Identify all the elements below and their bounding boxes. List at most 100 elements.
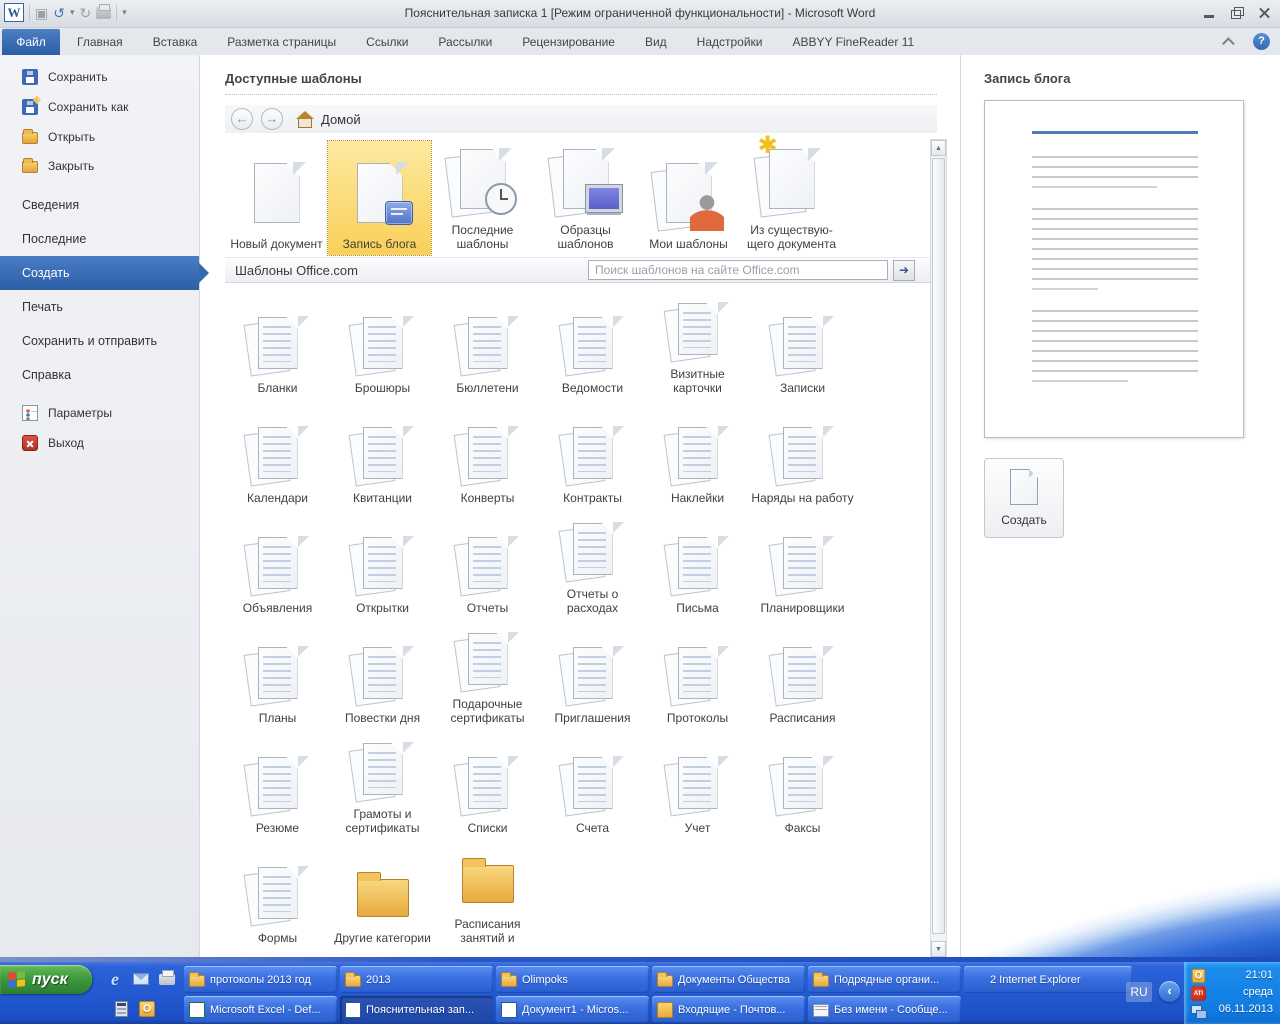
template-item[interactable]: Календари <box>225 397 330 507</box>
ribbon-tab[interactable]: Разметка страницы <box>212 29 351 55</box>
taskbar-button[interactable]: Microsoft Excel - Def... <box>184 996 337 1023</box>
start-button[interactable]: пуск <box>0 965 92 994</box>
tray-clock[interactable]: 21:01 среда 06.11.2013 <box>1219 967 1273 1018</box>
search-go-icon[interactable]: ➜ <box>893 260 915 281</box>
taskbar-button[interactable]: протоколы 2013 год <box>184 966 337 993</box>
template-item[interactable]: Наряды на работу <box>750 397 855 507</box>
taskbar-button[interactable]: Входящие - Почтов... <box>652 996 805 1023</box>
template-item[interactable]: Грамоты и сертификаты <box>330 727 435 837</box>
minimize-ribbon-icon[interactable] <box>1222 37 1235 50</box>
ribbon-tab[interactable]: Ссылки <box>351 29 423 55</box>
sidebar-nav-item[interactable]: Печать <box>0 290 199 324</box>
ribbon-tab[interactable]: Главная <box>62 29 138 55</box>
taskbar-button[interactable]: Без имени - Сообще... <box>808 996 961 1023</box>
template-item[interactable]: Планировщики <box>750 507 855 617</box>
home-icon[interactable] <box>297 112 313 126</box>
template-item[interactable]: Подарочные сертификаты <box>435 617 540 727</box>
sidebar-nav-item[interactable]: Сохранить и отправить <box>0 324 199 358</box>
outlook-icon[interactable]: O <box>138 1000 156 1018</box>
sidebar-command[interactable]: Выход <box>0 428 199 458</box>
template-tile[interactable]: Мои шаблоны <box>637 141 740 255</box>
template-item[interactable]: Объявления <box>225 507 330 617</box>
tab-file[interactable]: Файл <box>2 29 60 55</box>
template-item[interactable]: Визитные карточки <box>645 287 750 397</box>
template-item[interactable]: Наклейки <box>645 397 750 507</box>
printer-icon[interactable] <box>158 970 176 988</box>
sidebar-nav-item[interactable]: Последние <box>0 222 199 256</box>
sidebar-command[interactable]: Сохранить <box>0 62 199 92</box>
template-item[interactable]: Факсы <box>750 727 855 837</box>
taskbar-button[interactable]: 2 Internet Explorer <box>964 966 1132 993</box>
template-item[interactable]: Отчеты о расходах <box>540 507 645 617</box>
template-item[interactable]: Бланки <box>225 287 330 397</box>
template-item[interactable]: Планы <box>225 617 330 727</box>
template-item[interactable]: Письма <box>645 507 750 617</box>
template-item[interactable]: Открытки <box>330 507 435 617</box>
template-item[interactable]: Записки <box>750 287 855 397</box>
taskbar-button[interactable]: Документ1 - Micros... <box>496 996 649 1023</box>
outlook-express-icon[interactable] <box>132 970 150 988</box>
taskbar-button[interactable]: Документы Общества <box>652 966 805 993</box>
template-item[interactable]: Формы <box>225 837 330 947</box>
ribbon-tab[interactable]: Надстройки <box>682 29 778 55</box>
search-input[interactable] <box>588 260 888 280</box>
template-tile[interactable]: Последние шаблоны <box>431 141 534 255</box>
sidebar-command[interactable]: Сохранить как <box>0 92 199 122</box>
template-item[interactable]: Списки <box>435 727 540 837</box>
language-indicator[interactable]: RU <box>1126 982 1152 1002</box>
back-icon[interactable]: ← <box>231 108 253 130</box>
ribbon-tab[interactable]: ABBYY FineReader 11 <box>778 29 930 55</box>
template-tile[interactable]: Образцы шаблонов <box>534 141 637 255</box>
tray-network-icon[interactable] <box>1191 1004 1206 1019</box>
template-item[interactable]: Квитанции <box>330 397 435 507</box>
template-item[interactable]: Приглашения <box>540 617 645 727</box>
template-item[interactable]: Расписания <box>750 617 855 727</box>
sidebar-nav-item[interactable]: Сведения <box>0 188 199 222</box>
sidebar-command[interactable]: Закрыть <box>0 151 199 180</box>
template-item[interactable]: Повестки дня <box>330 617 435 727</box>
scroll-thumb[interactable] <box>932 158 945 934</box>
minimize-icon[interactable] <box>1202 7 1216 19</box>
restore-icon[interactable] <box>1230 7 1244 19</box>
tray-ati-icon[interactable]: ATI <box>1191 986 1206 1001</box>
scroll-up-icon[interactable]: ▲ <box>931 140 946 156</box>
template-icon <box>254 427 302 485</box>
template-item[interactable]: Резюме <box>225 727 330 837</box>
help-icon[interactable]: ? <box>1253 33 1270 50</box>
template-item[interactable]: Бюллетени <box>435 287 540 397</box>
ribbon-tab[interactable]: Рецензирование <box>507 29 630 55</box>
template-item[interactable]: Ведомости <box>540 287 645 397</box>
template-item[interactable]: Учет <box>645 727 750 837</box>
ribbon-tab[interactable]: Вставка <box>138 29 213 55</box>
forward-icon[interactable]: → <box>261 108 283 130</box>
tray-outlook-icon[interactable]: O <box>1191 968 1206 983</box>
create-button[interactable]: Создать <box>984 458 1064 538</box>
sidebar-nav-item[interactable]: Справка <box>0 358 199 392</box>
template-item[interactable]: Брошюры <box>330 287 435 397</box>
template-tile[interactable]: Запись блога <box>328 141 431 255</box>
ribbon-tab[interactable]: Рассылки <box>423 29 507 55</box>
taskbar-button[interactable]: Olimpoks <box>496 966 649 993</box>
template-item[interactable]: Другие категории <box>330 837 435 947</box>
close-icon[interactable] <box>1258 7 1272 19</box>
template-item[interactable]: Протоколы <box>645 617 750 727</box>
ribbon-tab[interactable]: Вид <box>630 29 682 55</box>
template-tile[interactable]: Из существую- щего документа <box>740 141 843 255</box>
taskbar-button[interactable]: 2013 <box>340 966 493 993</box>
taskbar-button[interactable]: Пояснительная зап... <box>340 996 493 1023</box>
scrollbar[interactable]: ▲ ▼ <box>930 139 947 958</box>
template-tile[interactable]: Новый документ <box>225 141 328 255</box>
internet-explorer-icon[interactable]: e <box>106 970 124 988</box>
sidebar-nav-item[interactable]: Создать <box>0 256 199 290</box>
calculator-icon[interactable] <box>112 1000 130 1018</box>
template-item[interactable]: Отчеты <box>435 507 540 617</box>
template-item[interactable]: Счета <box>540 727 645 837</box>
template-item[interactable]: Контракты <box>540 397 645 507</box>
scroll-down-icon[interactable]: ▼ <box>931 941 946 957</box>
taskbar-button[interactable]: Подрядные органи... <box>808 966 961 993</box>
template-item[interactable]: Конверты <box>435 397 540 507</box>
sidebar-command[interactable]: Открыть <box>0 122 199 151</box>
template-item[interactable]: Расписания занятий и <box>435 837 540 947</box>
tray-expand-icon[interactable]: ‹ <box>1159 981 1180 1002</box>
sidebar-command[interactable]: Параметры <box>0 398 199 428</box>
